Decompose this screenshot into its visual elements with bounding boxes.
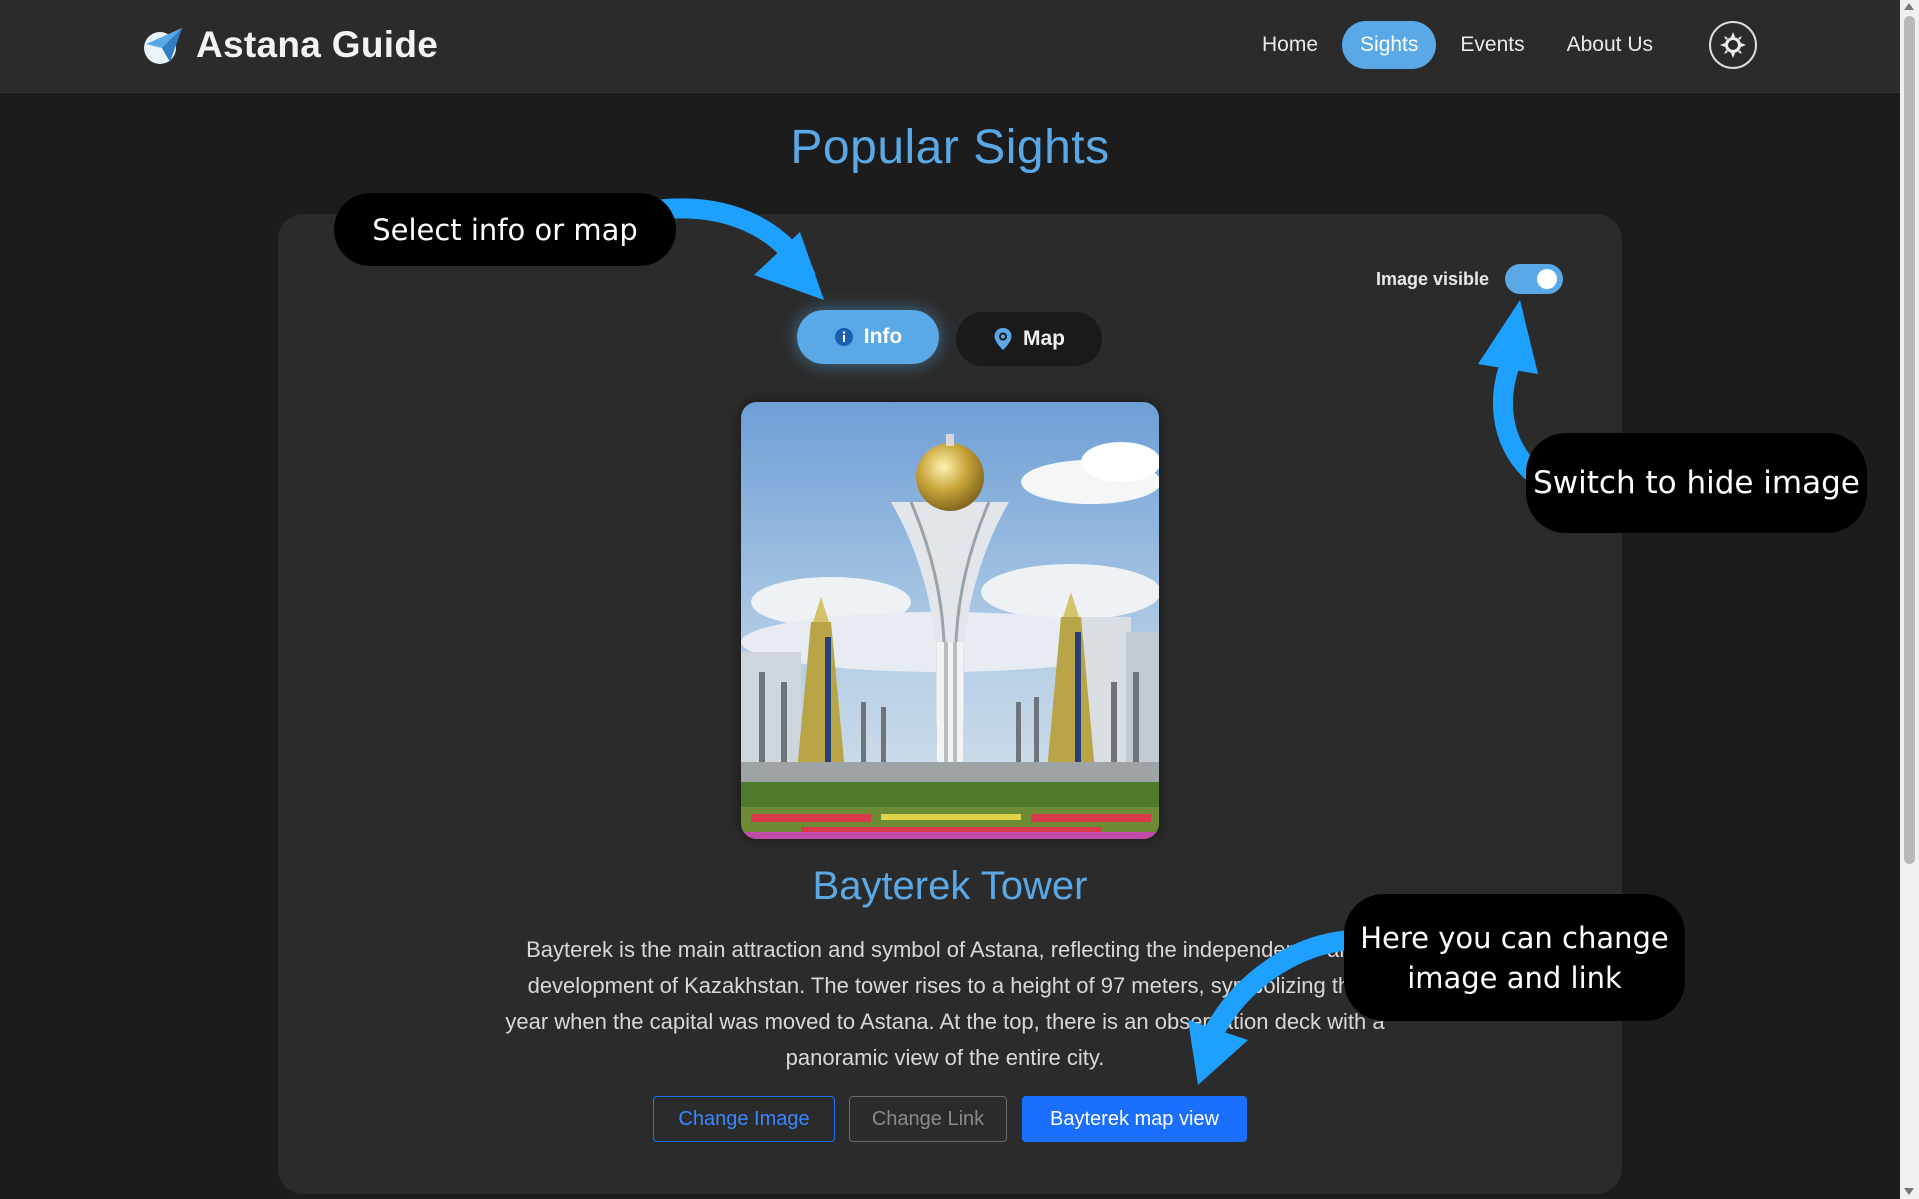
nav-link-events[interactable]: Events bbox=[1442, 21, 1542, 69]
theme-toggle-button[interactable] bbox=[1709, 21, 1757, 69]
tab-map-label: Map bbox=[1023, 327, 1065, 350]
scroll-down-icon[interactable] bbox=[1904, 1188, 1914, 1195]
bayterek-tower-image bbox=[741, 402, 1159, 839]
map-view-button[interactable]: Bayterek map view bbox=[1022, 1096, 1247, 1142]
sight-image bbox=[741, 402, 1159, 839]
annotation-change-hint: Here you can change image and link bbox=[1344, 894, 1685, 1021]
switch-knob bbox=[1537, 269, 1558, 289]
image-visible-switch[interactable] bbox=[1505, 264, 1564, 294]
image-visible-label: Image visible bbox=[1376, 268, 1490, 289]
change-image-button[interactable]: Change Image bbox=[653, 1096, 835, 1142]
tab-info-label: Info bbox=[863, 325, 903, 348]
sight-description: Bayterek is the main attraction and symb… bbox=[505, 937, 1385, 1070]
annotation-select-tab: Select info or map bbox=[334, 193, 676, 266]
annotation-hide-image: Switch to hide image bbox=[1526, 433, 1867, 533]
navbar: Astana Guide Home Sights Events About Us bbox=[0, 0, 1900, 93]
tab-info[interactable]: Info bbox=[797, 310, 939, 364]
map-pin-icon bbox=[994, 328, 1012, 350]
scroll-up-icon[interactable] bbox=[1904, 3, 1914, 10]
brand[interactable]: Astana Guide bbox=[140, 22, 438, 68]
page-title: Popular Sights bbox=[790, 121, 1110, 174]
nav-link-home[interactable]: Home bbox=[1244, 21, 1336, 69]
scrollbar-thumb[interactable] bbox=[1904, 16, 1915, 864]
paper-plane-logo-icon bbox=[144, 28, 182, 64]
tab-map[interactable]: Map bbox=[956, 312, 1102, 366]
nav-link-about-us[interactable]: About Us bbox=[1549, 21, 1671, 69]
info-icon bbox=[834, 328, 853, 346]
page-scrollbar[interactable] bbox=[1900, 0, 1919, 1199]
change-link-button[interactable]: Change Link bbox=[849, 1096, 1007, 1142]
brand-name: Astana Guide bbox=[196, 24, 439, 65]
nav-links: Home Sights Events About Us bbox=[1244, 21, 1671, 69]
nav-link-sights[interactable]: Sights bbox=[1342, 21, 1437, 69]
sun-icon bbox=[1720, 32, 1746, 58]
image-visible-toggle-group: Image visible bbox=[1376, 264, 1564, 294]
